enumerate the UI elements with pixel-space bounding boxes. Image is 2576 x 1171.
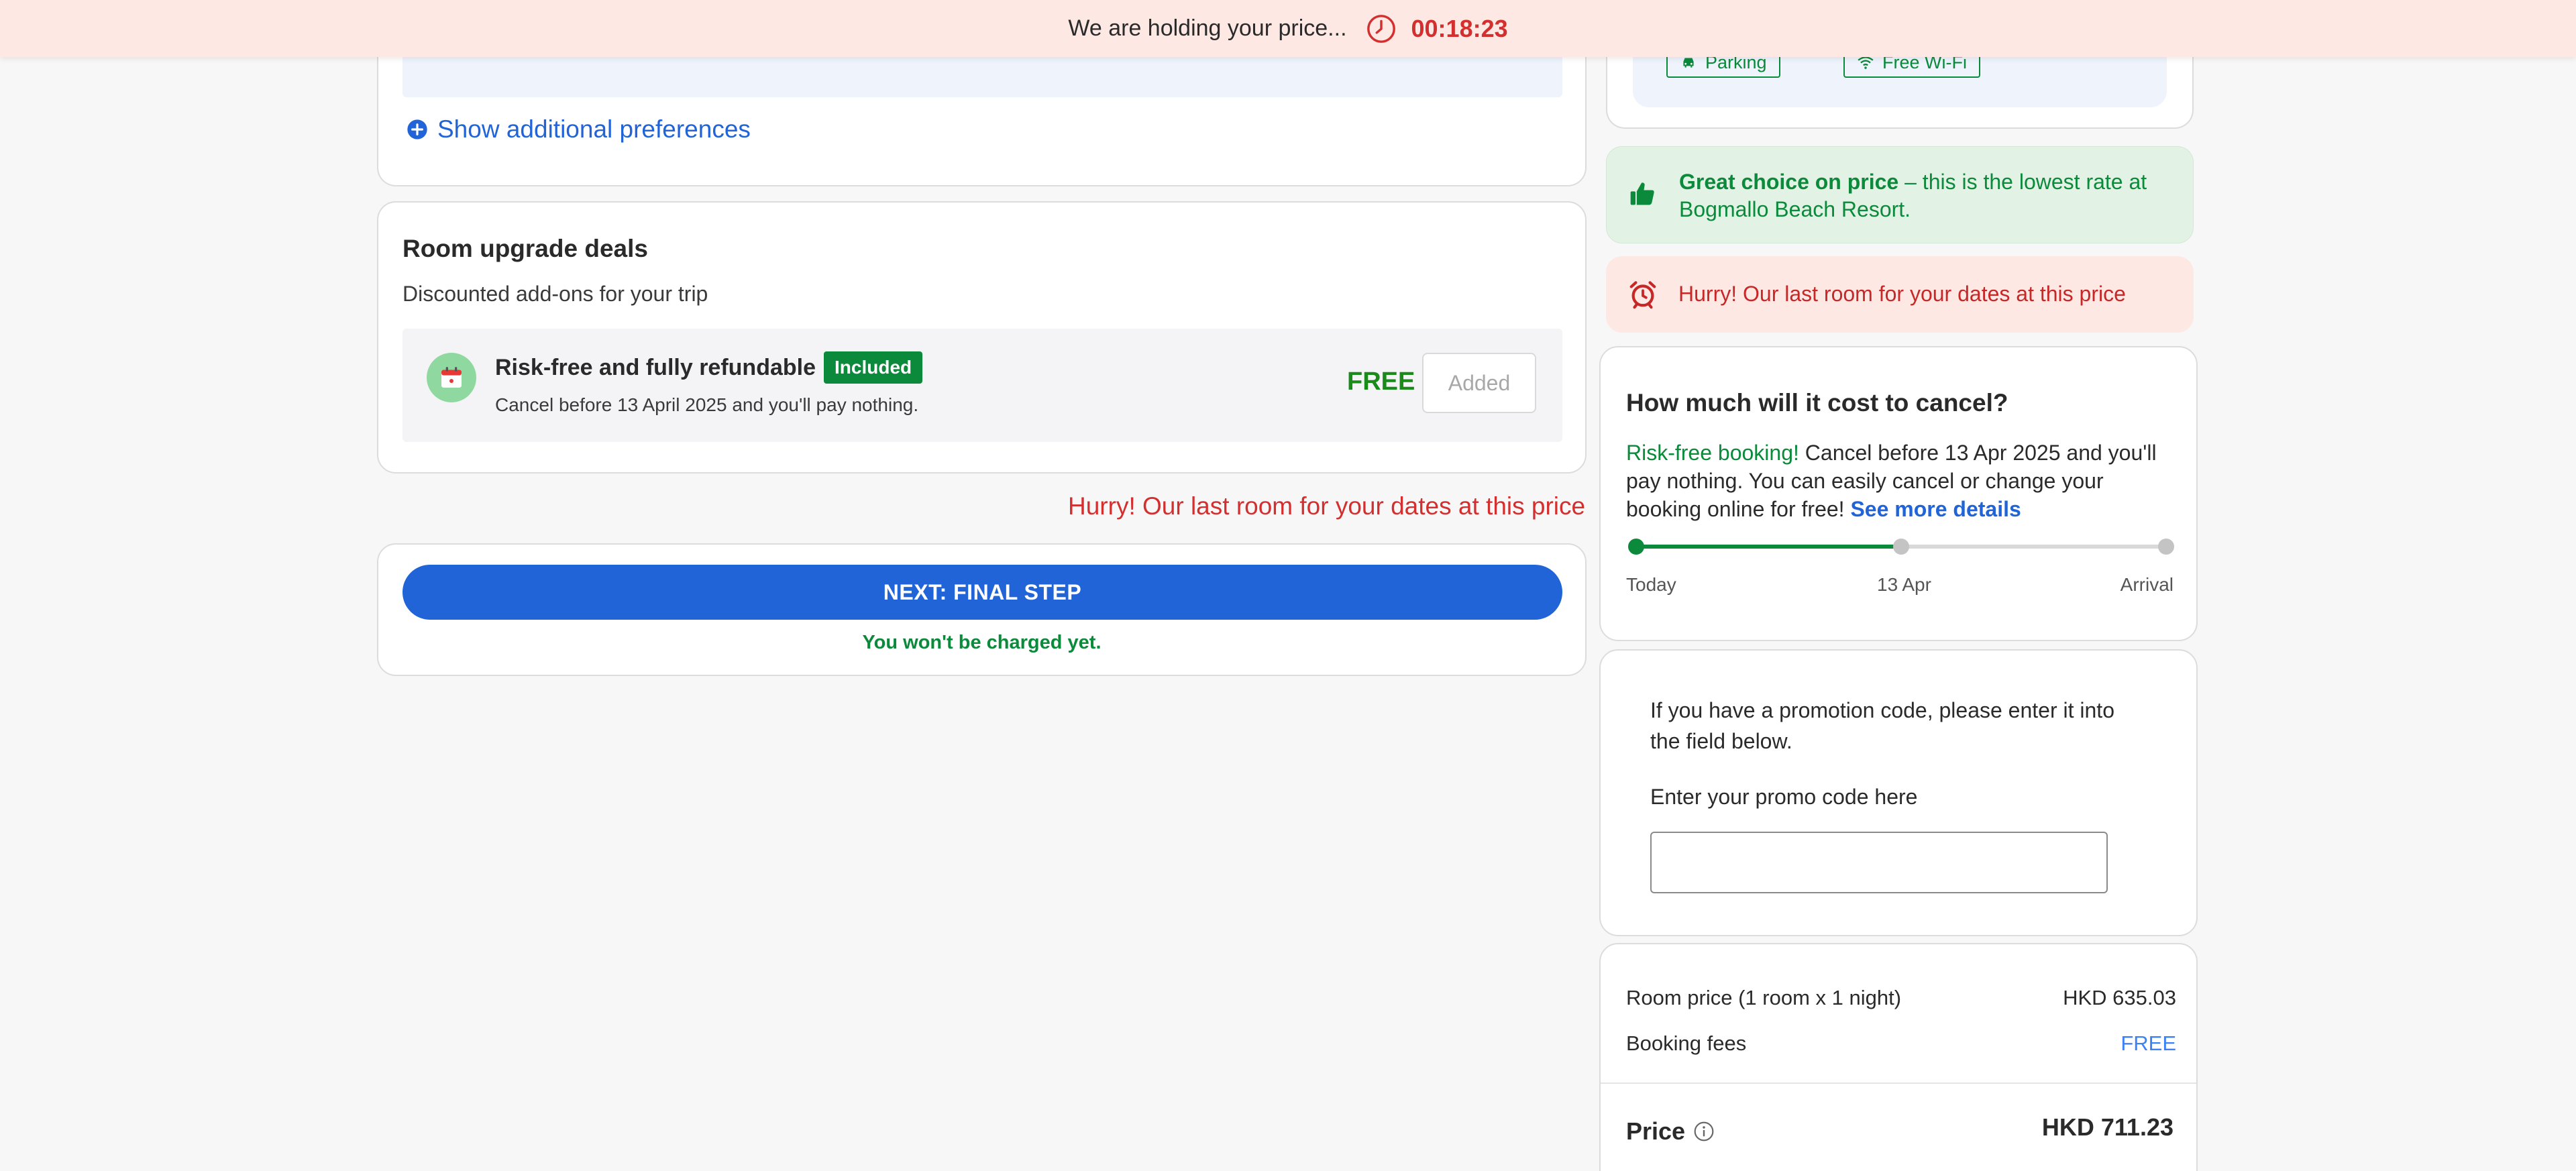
promo-code-input[interactable] [1650,832,2108,893]
timeline-label-arrival: Arrival [2120,574,2174,595]
addon-description: Cancel before 13 April 2025 and you'll p… [495,394,919,415]
promo-code-card: If you have a promotion code, please ent… [1599,649,2198,936]
room-price-value: HKD 635.03 [2063,986,2176,1009]
total-price-value: HKD 711.23 [2041,1113,2174,1141]
thumbs-up-icon [1630,182,1654,205]
addon-title-text: Risk-free and fully refundable [495,354,816,380]
upgrade-title: Room upgrade deals [402,235,648,262]
alarm-clock-icon [1629,281,1656,309]
cancellation-title: How much will it cost to cancel? [1626,389,2008,416]
cancellation-text: Risk-free booking! Cancel before 13 Apr … [1626,439,2176,523]
promo-instructions: If you have a promotion code, please ent… [1650,698,2114,753]
timeline-dot-today [1628,539,1644,555]
clock-icon [1366,14,1395,43]
price-divider [1601,1082,2196,1084]
timeline-label-deadline: 13 Apr [1877,574,1931,595]
last-room-banner: Hurry! Our last room for your dates at t… [1606,256,2194,333]
addon-title: Risk-free and fully refundable Included [495,351,923,384]
last-room-banner-text: Hurry! Our last room for your dates at t… [1678,282,2126,306]
risk-free-highlight: Risk-free booking! [1626,441,1799,465]
holding-price-text: We are holding your price... [1068,15,1347,41]
show-additional-preferences-label: Show additional preferences [437,115,751,143]
addon-price: FREE [1347,368,1415,396]
great-choice-text: Great choice on price – this is the lowe… [1679,168,2176,223]
refundable-addon-row: Risk-free and fully refundable Included … [402,329,1562,442]
upgrade-subtitle: Discounted add-ons for your trip [402,282,708,306]
booking-fees-label: Booking fees [1626,1031,1747,1055]
timeline-dot-arrival [2158,539,2174,555]
price-hold-banner: We are holding your price... 00:18:23 [0,0,2576,57]
show-additional-preferences-link[interactable]: Show additional preferences [407,115,751,144]
info-icon[interactable] [1693,1121,1715,1142]
cancellation-timeline [1628,539,2174,555]
great-choice-bold: Great choice on price [1679,170,1899,194]
booking-fees-value: FREE [2121,1031,2176,1055]
booking-fees-row: Booking fees FREE [1626,1031,2176,1056]
promo-label: Enter your promo code here [1650,785,1918,809]
see-more-details-link[interactable]: See more details [1850,497,2021,521]
countdown-timer: 00:18:23 [1411,14,1508,42]
calendar-icon [427,353,476,402]
timeline-label-today: Today [1626,574,1676,595]
total-price-label-text: Price [1626,1117,1686,1145]
room-price-row: Room price (1 room x 1 night) HKD 635.03 [1626,986,2176,1010]
next-step-card: NEXT: FINAL STEP You won't be charged ye… [377,543,1587,676]
next-final-step-button[interactable]: NEXT: FINAL STEP [402,565,1562,620]
room-upgrade-card: Room upgrade deals Discounted add-ons fo… [377,201,1587,473]
cancellation-card: How much will it cost to cancel? Risk-fr… [1599,346,2198,641]
added-button[interactable]: Added [1422,353,1536,413]
room-price-label: Room price (1 room x 1 night) [1626,986,1902,1009]
plus-circle-icon [407,119,427,140]
not-charged-note: You won't be charged yet. [862,632,1102,653]
timeline-dot-deadline [1893,539,1909,555]
price-summary-card: Room price (1 room x 1 night) HKD 635.03… [1599,943,2198,1171]
great-choice-banner: Great choice on price – this is the lowe… [1606,146,2194,243]
last-room-warning: Hurry! Our last room for your dates at t… [1068,492,1586,520]
included-badge: Included [824,351,923,384]
total-price-label: Price [1626,1117,1715,1146]
